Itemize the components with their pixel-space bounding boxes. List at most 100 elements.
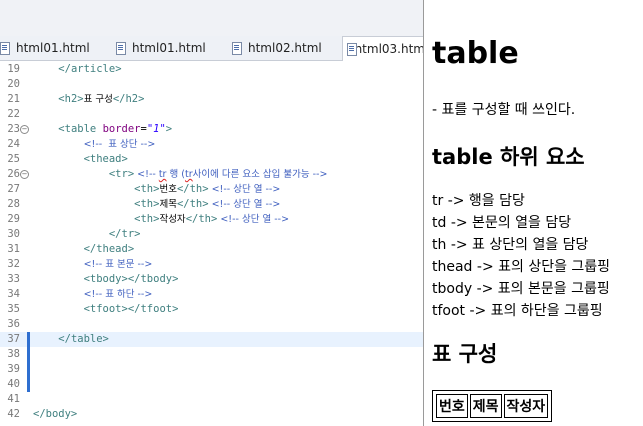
code-text: <h2>표 구성</h2> [33, 92, 144, 107]
line-number: 24 [7, 138, 20, 150]
code-token: <!-- 표 상단 --> [83, 139, 156, 150]
code-token: 행 ( [166, 169, 185, 180]
code-token: <!-- 상단 열 --> [208, 184, 281, 195]
code-token: <!-- 상단 열 --> [217, 214, 290, 225]
code-token: </body> [33, 408, 78, 420]
line-number: 33 [7, 273, 20, 285]
code-line: 28 <th>제목</th> <!-- 상단 열 --> [0, 197, 423, 212]
code-token: <h2> [58, 93, 84, 105]
tab-label: html01.html [132, 41, 206, 55]
current-code-line: 37 </table> [0, 332, 423, 347]
code-token: </thead> [83, 243, 135, 255]
code-token: > [165, 123, 173, 135]
code-text: </thead> [33, 242, 135, 257]
tab-html02[interactable]: html02.html [228, 36, 342, 60]
code-text: <!-- 표 본문 --> [33, 257, 153, 272]
code-token: <!-- 표 하단 --> [83, 289, 153, 300]
table-header-cell: 번호 [436, 394, 468, 418]
preview-description: - 표를 구성할 때 쓰인다. [432, 102, 576, 118]
line-number: 20 [7, 78, 20, 90]
code-text: <th>번호</th> <!-- 상단 열 --> [33, 182, 280, 197]
line-number: 23 [7, 123, 20, 135]
preview-demo-table: 번호 제목 작성자 [432, 390, 553, 422]
preview-list-item: tfoot -> 표의 하단을 그룹핑 [432, 303, 603, 319]
line-number: 32 [7, 258, 20, 270]
code-line: 24 <!-- 표 상단 --> [0, 137, 423, 152]
code-text: <table border="1"> [33, 122, 172, 137]
preview-list-item: tbody -> 표의 본문을 그룹핑 [432, 281, 610, 297]
line-number: 41 [7, 393, 20, 405]
code-line: 42 </body> [0, 407, 423, 422]
code-line: 34 <!-- 표 하단 --> [0, 287, 423, 302]
html-file-icon [347, 43, 355, 56]
code-token: <tr> [108, 168, 135, 180]
preview-list-item: th -> 표 상단의 열을 담당 [432, 237, 589, 253]
tab-html01-a[interactable]: html01.html [0, 36, 112, 60]
code-text: <thead> [33, 152, 128, 167]
code-editor[interactable]: html01.html html01.html html02.html html… [0, 0, 423, 426]
line-number: 42 [7, 408, 20, 420]
code-token: </h2> [112, 93, 145, 105]
code-token: 표 구성 [83, 94, 113, 105]
code-line: 35 <tfoot></tfoot> [0, 302, 423, 317]
code-line: 26 − <tr> <!-- tr 행 (tr사이에 다른 요소 삽입 불가능 … [0, 167, 423, 182]
code-line: 23 − <table border="1"> [0, 122, 423, 137]
tab-html03[interactable]: html03.htm [342, 36, 423, 61]
table-header-cell: 제목 [469, 394, 502, 418]
code-token: tr [184, 169, 193, 180]
code-line: 31 </thead> [0, 242, 423, 257]
code-token: </table> [58, 333, 109, 345]
html-file-icon [0, 42, 10, 55]
code-token: 작성자 [159, 214, 186, 225]
code-line: 38 [0, 347, 423, 362]
change-marker [27, 347, 30, 362]
preview-list-item: thead -> 표의 상단을 그룹핑 [432, 259, 611, 275]
html-file-icon [116, 42, 126, 55]
code-token: </th> [176, 198, 209, 210]
code-line: 30 </tr> [0, 227, 423, 242]
code-token: <thead> [83, 153, 128, 165]
preview-heading-table: table [432, 36, 519, 71]
code-line: 33 <tbody></tbody> [0, 272, 423, 287]
preview-list-item: tr -> 행을 담당 [432, 193, 525, 209]
code-line: 32 <!-- 표 본문 --> [0, 257, 423, 272]
code-area[interactable]: 19 </article> 20 21 <h2>표 구성</h2> 22 23 … [0, 62, 423, 426]
code-token: </article> [58, 63, 122, 75]
code-token: <!-- [134, 169, 159, 180]
browser-preview[interactable]: table - 표를 구성할 때 쓰인다. table 하위 요소 tr -> … [423, 0, 643, 426]
line-number: 27 [7, 183, 20, 195]
line-number: 21 [7, 93, 20, 105]
change-marker [27, 332, 30, 347]
fold-toggle-icon[interactable]: − [20, 170, 29, 179]
tab-label: html03.htm [354, 42, 423, 56]
code-text: <tbody></tbody> [33, 272, 179, 287]
line-number: 40 [7, 378, 20, 390]
line-number: 29 [7, 213, 20, 225]
code-token: 제목 [159, 199, 177, 210]
code-token: border [102, 123, 141, 135]
table-header-cell: 작성자 [503, 394, 549, 418]
code-line: 21 <h2>표 구성</h2> [0, 92, 423, 107]
code-line: 40 [0, 377, 423, 392]
line-number: 19 [7, 63, 20, 75]
code-line: 19 </article> [0, 62, 423, 77]
code-line: 29 <th>작성자</th> <!-- 상단 열 --> [0, 212, 423, 227]
line-number: 37 [7, 333, 20, 345]
line-number: 30 [7, 228, 20, 240]
code-text: </body> [33, 407, 77, 422]
table-row: 번호 제목 작성자 [436, 394, 549, 418]
tab-label: html02.html [248, 41, 322, 55]
line-number: 35 [7, 303, 20, 315]
code-token: <tfoot> [83, 303, 128, 315]
code-line: 27 <th>번호</th> <!-- 상단 열 --> [0, 182, 423, 197]
preview-heading-sub-elements: table 하위 요소 [432, 145, 585, 169]
line-number: 28 [7, 198, 20, 210]
code-token: <tbody> [83, 273, 128, 285]
tab-html01-b[interactable]: html01.html [112, 36, 228, 60]
code-line: 20 [0, 77, 423, 92]
line-number: 39 [7, 363, 20, 375]
fold-toggle-icon[interactable]: − [20, 125, 29, 134]
html-file-icon [232, 42, 242, 55]
preview-heading-table-structure: 표 구성 [432, 342, 498, 366]
code-text: </table> [33, 332, 109, 347]
